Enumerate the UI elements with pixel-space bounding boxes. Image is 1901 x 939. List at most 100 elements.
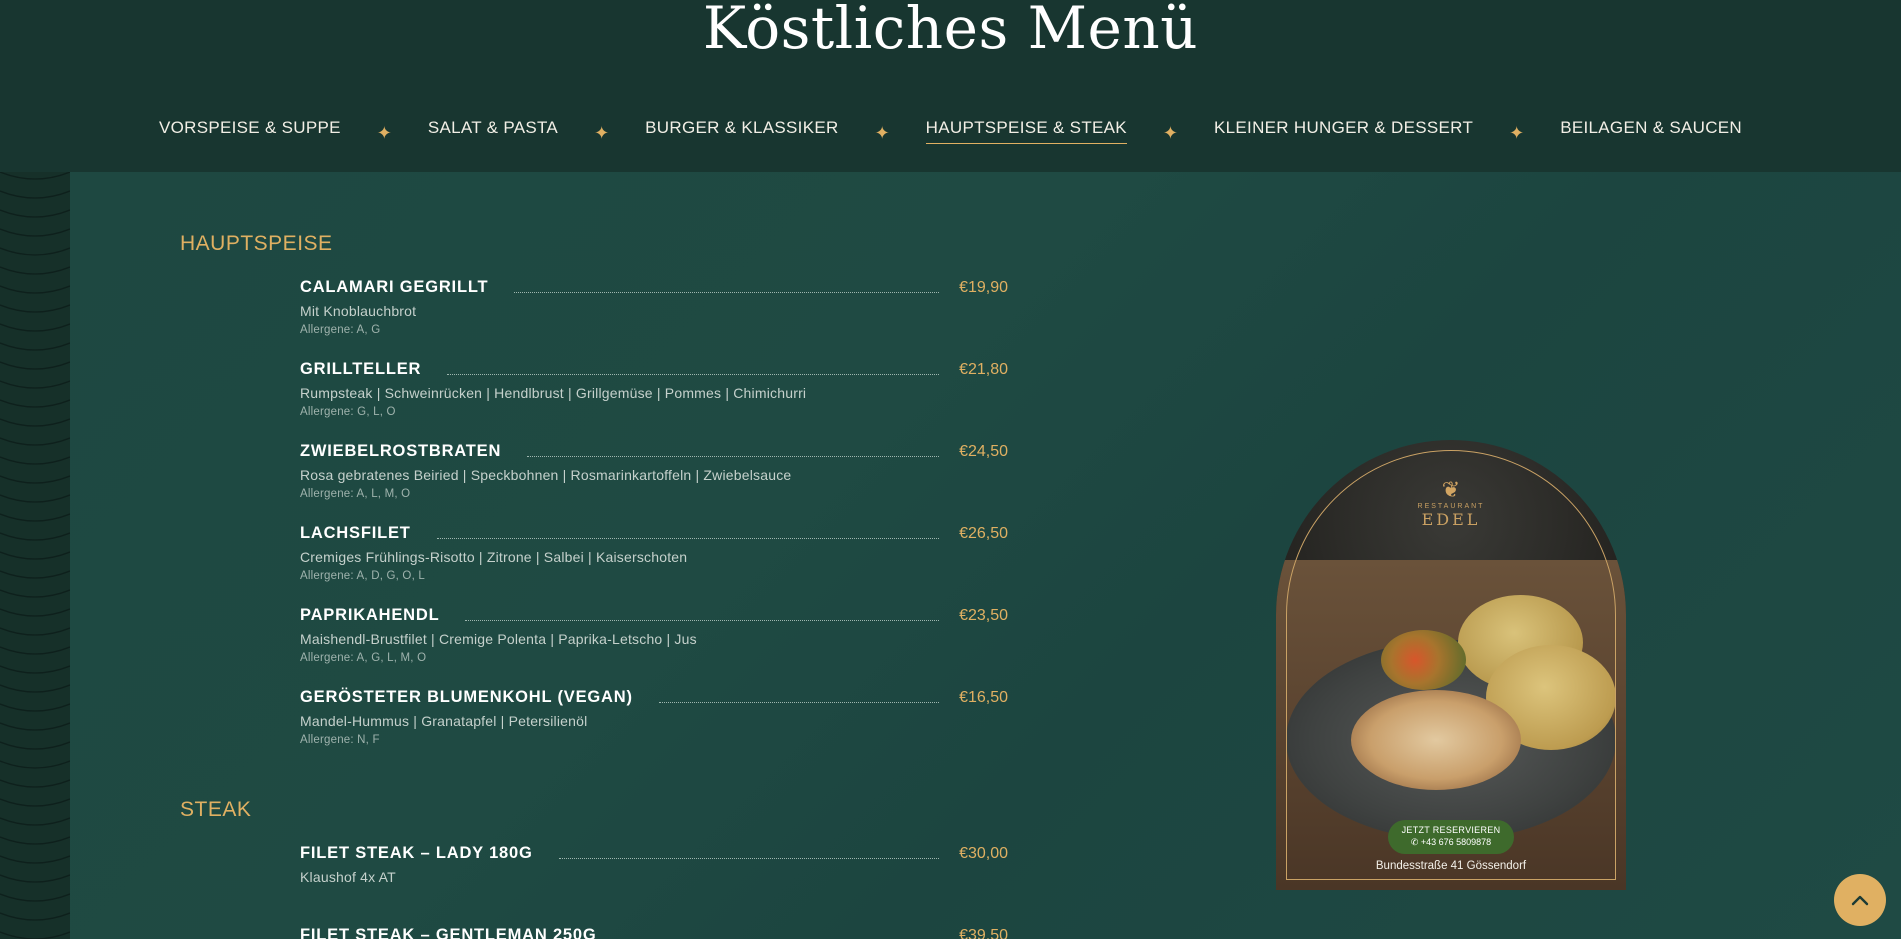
wave-line <box>0 361 71 370</box>
tab-salat-pasta[interactable]: SALAT & PASTA <box>428 118 558 144</box>
menu-item-name: LACHSFILET <box>300 524 411 542</box>
tab-vorspeise-suppe[interactable]: VORSPEISE & SUPPE <box>159 118 341 144</box>
wave-line <box>0 456 71 465</box>
menu-item-description: Mit Knoblauchbrot <box>300 303 417 319</box>
menu-item-description: Klaushof 4x AT <box>300 869 396 885</box>
scroll-to-top-button[interactable] <box>1834 874 1886 926</box>
menu-item-price: €26,50 <box>959 525 1008 542</box>
sparkle-icon: ✦ <box>1509 122 1525 143</box>
logo-subtitle: RESTAURANT <box>1417 503 1485 510</box>
wave-line <box>0 855 71 864</box>
menu-item-price: €23,50 <box>959 607 1008 624</box>
menu-item-name: ZWIEBELROSTBRATEN <box>300 442 502 460</box>
menu-item-price: €30,00 <box>959 845 1008 862</box>
wave-line <box>0 779 71 788</box>
reserve-button[interactable]: JETZT RESERVIEREN ✆ +43 676 5809878 <box>1388 820 1514 854</box>
menu-item-allergens: Allergene: N, F <box>300 734 380 746</box>
wave-line <box>0 931 71 939</box>
dotted-leader <box>658 702 940 703</box>
wave-line <box>0 684 71 693</box>
chevron-up-icon <box>1851 895 1869 906</box>
wave-line <box>0 437 71 446</box>
wave-line <box>0 703 71 712</box>
wave-line <box>0 893 71 902</box>
menu-item: FILET STEAK – LADY 180G €30,00 Klaushof … <box>300 841 1008 901</box>
menu-item-price: €19,90 <box>959 279 1008 296</box>
sparkle-icon: ✦ <box>1162 122 1179 143</box>
wave-line <box>0 266 71 275</box>
tab-burger-klassiker[interactable]: BURGER & KLASSIKER <box>645 118 838 144</box>
menu-item-price: €24,50 <box>959 443 1008 460</box>
menu-item-description: Maishendl-Brustfilet | Cremige Polenta |… <box>300 631 697 647</box>
dotted-leader <box>558 858 940 859</box>
wave-line <box>0 646 71 655</box>
wave-line <box>0 190 71 199</box>
menu-content: HAUPTSPEISE CALAMARI GEGRILLT €19,90 Mit… <box>70 172 1901 939</box>
wave-line <box>0 874 71 883</box>
menu-item-price: €16,50 <box>959 689 1008 706</box>
wave-line <box>0 570 71 579</box>
wave-line <box>0 798 71 807</box>
menu-item: GERÖSTETER BLUMENKOHL (VEGAN) €16,50 Man… <box>300 685 1008 746</box>
menu-item: ZWIEBELROSTBRATEN €24,50 Rosa gebratenes… <box>300 439 1008 500</box>
tab-beilagen-saucen[interactable]: BEILAGEN & SAUCEN <box>1560 118 1742 144</box>
wave-line <box>0 228 71 237</box>
category-nav: VORSPEISE & SUPPE ✦ SALAT & PASTA ✦ BURG… <box>0 114 1901 148</box>
wave-line <box>0 817 71 826</box>
wave-line <box>0 741 71 750</box>
menu-item-allergens: Allergene: A, G <box>300 324 381 336</box>
dotted-leader <box>514 292 940 293</box>
section-title-hauptspeise: HAUPTSPEISE <box>180 232 333 255</box>
menu-item: FILET STEAK – GENTLEMAN 250G €39,50 <box>300 923 1008 939</box>
menu-item-description: Mandel-Hummus | Granatapfel | Petersilie… <box>300 713 588 729</box>
tab-kleiner-hunger-dessert[interactable]: KLEINER HUNGER & DESSERT <box>1214 118 1473 144</box>
wave-line <box>0 551 71 560</box>
page-title: Köstliches Menü <box>702 0 1199 62</box>
wave-line <box>0 323 71 332</box>
sparkle-icon: ✦ <box>376 122 392 143</box>
sparkle-icon: ✦ <box>874 122 890 143</box>
menu-item: GRILLTELLER €21,80 Rumpsteak | Schweinrü… <box>300 357 1008 418</box>
dotted-leader <box>447 374 940 375</box>
wave-line <box>0 532 71 541</box>
wave-line <box>0 836 71 845</box>
restaurant-address: Bundesstraße 41 Gössendorf <box>1375 860 1527 872</box>
menu-item: CALAMARI GEGRILLT €19,90 Mit Knoblauchbr… <box>300 275 1008 336</box>
phone-number: ✆ +43 676 5809878 <box>1410 837 1492 847</box>
menu-item-price: €21,80 <box>959 361 1008 378</box>
wave-line <box>0 912 71 921</box>
wave-line <box>0 342 71 351</box>
menu-item-allergens: Allergene: G, L, O <box>300 406 396 418</box>
wave-line <box>0 608 71 617</box>
wave-line <box>0 722 71 731</box>
dotted-leader <box>527 456 940 457</box>
wave-line <box>0 285 71 294</box>
wave-pattern-decoration <box>0 171 71 939</box>
menu-item-price: €39,50 <box>959 927 1008 939</box>
menu-item-description: Rosa gebratenes Beiried | Speckbohnen | … <box>300 467 792 483</box>
menu-item-allergens: Allergene: A, L, M, O <box>300 488 411 500</box>
menu-item-allergens: Allergene: A, G, L, M, O <box>300 652 427 664</box>
menu-item-allergens: Allergene: A, D, G, O, L <box>300 570 425 582</box>
wave-line <box>0 380 71 389</box>
wave-line <box>0 209 71 218</box>
tab-hauptspeise-steak[interactable]: HAUPTSPEISE & STEAK <box>925 118 1127 144</box>
phone-icon: ✆ <box>1410 837 1421 847</box>
menu-item: PAPRIKAHENDL €23,50 Maishendl-Brustfilet… <box>300 603 1008 664</box>
wave-line <box>0 247 71 256</box>
menu-item-name: GERÖSTETER BLUMENKOHL (VEGAN) <box>300 688 633 706</box>
restaurant-promo-image: ❦ RESTAURANT EDEL JETZT RESERVIEREN ✆ +4… <box>1276 440 1626 890</box>
wave-line <box>0 304 71 313</box>
wave-line <box>0 665 71 674</box>
wave-line <box>0 171 71 180</box>
menu-item: LACHSFILET €26,50 Cremiges Frühlings-Ris… <box>300 521 1008 582</box>
wave-line <box>0 513 71 522</box>
sparkle-icon: ✦ <box>594 122 610 143</box>
wave-line <box>0 589 71 598</box>
logo-name: EDEL <box>1421 510 1481 529</box>
wave-pattern-icon <box>0 171 71 939</box>
menu-item-description: Cremiges Frühlings-Risotto | Zitrone | S… <box>300 549 688 565</box>
menu-item-description: Rumpsteak | Schweinrücken | Hendlbrust |… <box>300 385 807 401</box>
wave-line <box>0 494 71 503</box>
menu-item-name: PAPRIKAHENDL <box>300 606 440 624</box>
